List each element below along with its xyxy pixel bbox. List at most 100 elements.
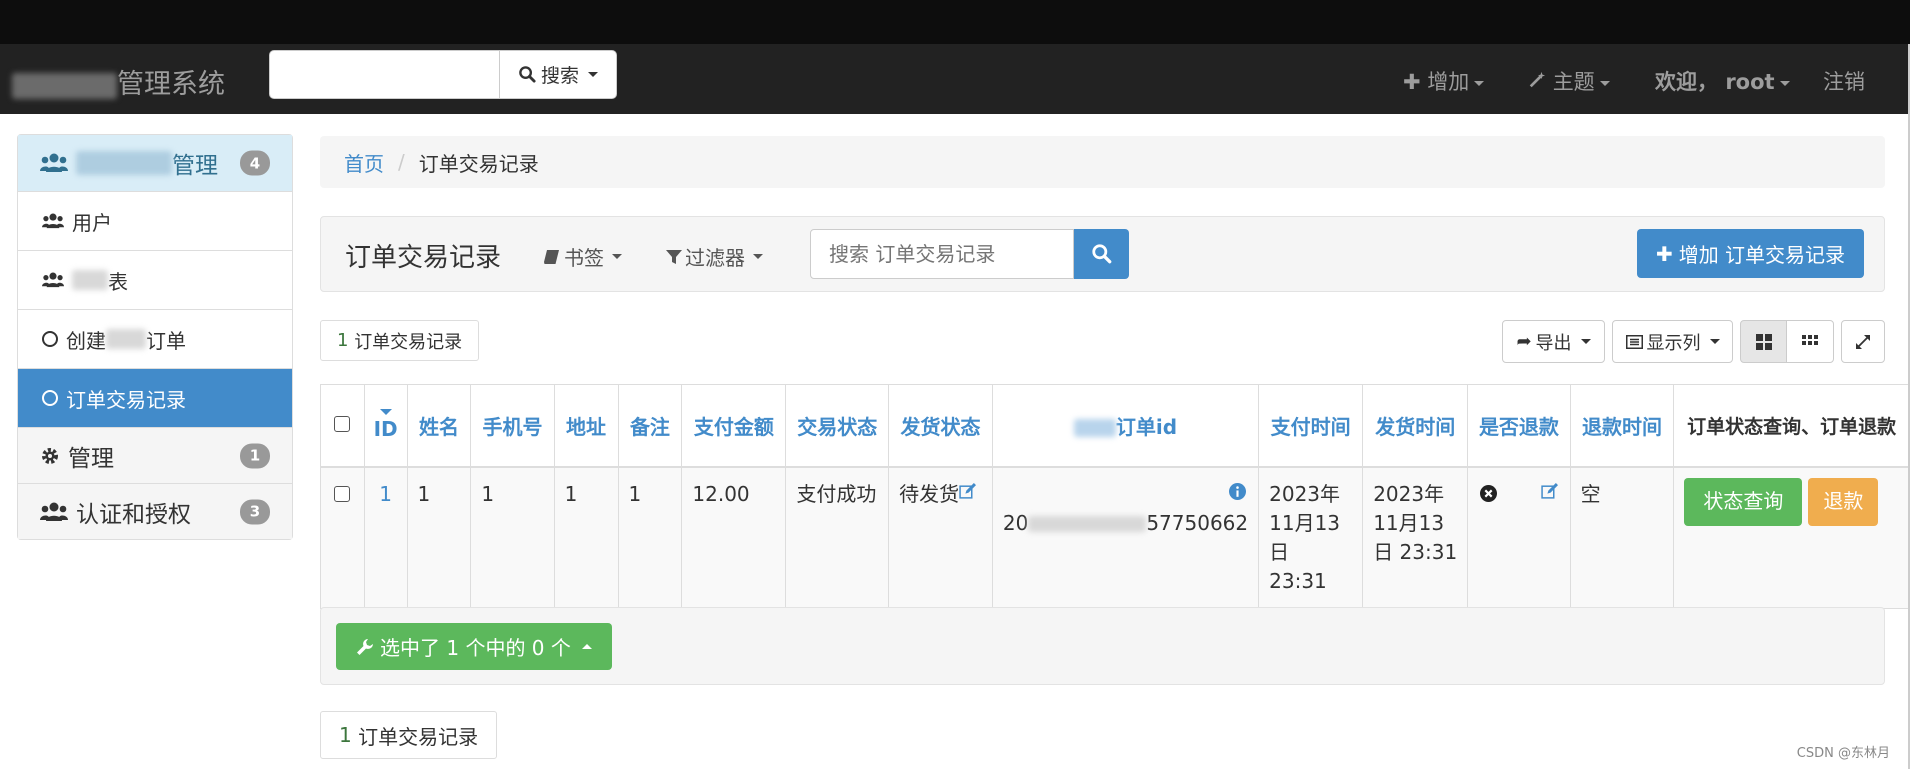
sidebar-item-order-transactions[interactable]: 订单交易记录 — [18, 368, 292, 427]
breadcrumb-separator: / — [398, 150, 405, 174]
columns-label: 显示列 — [1646, 332, 1701, 354]
brand[interactable]: 管理系统 — [12, 62, 225, 101]
list-search-button[interactable] — [1074, 229, 1129, 279]
add-record-button[interactable]: ✚ 增加 订单交易记录 — [1637, 229, 1864, 278]
sidebar-item-create-order[interactable]: 创建 订单 — [18, 309, 292, 368]
sidebar-section-admin[interactable]: 管理 1 — [18, 427, 292, 483]
plus-icon: ✚ — [1403, 70, 1421, 94]
col-header-label: ID — [373, 417, 398, 442]
col-header-name[interactable]: 姓名 — [406, 384, 472, 468]
book-icon — [544, 249, 559, 264]
col-header-label: 地址 — [566, 414, 607, 439]
sidebar-section-badge: 3 — [240, 499, 270, 524]
sidebar-item-label: 订单 — [146, 328, 186, 353]
add-record-label: 增加 订单交易记录 — [1678, 243, 1846, 267]
filter-dropdown[interactable]: 过滤器 — [666, 242, 763, 271]
nav-theme-label: 主题 — [1552, 70, 1595, 94]
view-large-button[interactable] — [1740, 320, 1787, 363]
record-id-link[interactable]: 1 — [379, 482, 392, 506]
ship-time-line: 日 23:31 — [1373, 539, 1458, 564]
col-header-pay-time[interactable]: 支付时间 — [1258, 384, 1364, 468]
col-header-refund-time[interactable]: 退款时间 — [1569, 384, 1675, 468]
export-button[interactable]: ➦ 导出 — [1502, 320, 1605, 363]
sidebar-item-label: 创建 — [66, 328, 106, 353]
sidebar-item-label: 用户 — [72, 210, 112, 235]
fullscreen-button[interactable] — [1841, 320, 1885, 363]
row-checkbox[interactable] — [334, 485, 351, 502]
record-count-text: 订单交易记录 — [354, 331, 463, 353]
redacted-text — [1073, 419, 1116, 438]
caret-down-icon — [588, 72, 598, 77]
query-status-button[interactable]: 状态查询 — [1684, 477, 1803, 526]
sidebar-item-table[interactable]: 表 — [18, 250, 292, 309]
cell-ship-time: 2023年 11月13 日 23:31 — [1362, 466, 1469, 609]
th-icon — [1802, 334, 1818, 345]
filter-label: 过滤器 — [685, 246, 745, 270]
edit-icon[interactable] — [1540, 482, 1558, 500]
search-icon — [519, 66, 536, 83]
bookmarks-dropdown[interactable]: 书签 — [543, 242, 622, 271]
ship-time-line: 2023年 — [1373, 481, 1445, 506]
batch-actions-button[interactable]: 选中了 1 个中的 0 个 — [336, 623, 612, 670]
info-icon[interactable] — [1229, 482, 1247, 500]
filter-icon — [666, 249, 682, 264]
magic-wand-icon — [1529, 71, 1546, 88]
nav-add-menu[interactable]: ✚ 增加 — [1403, 66, 1485, 96]
th-large-icon — [1755, 333, 1772, 350]
table-row: 1 1 1 1 1 12.00 支付成功 待发货 20 57750662 2023… — [320, 466, 1910, 609]
col-header-trade-status[interactable]: 交易状态 — [785, 384, 890, 468]
refund-button[interactable]: 退款 — [1808, 477, 1879, 526]
list-search-input[interactable] — [810, 229, 1074, 279]
cell-ship-status: 待发货 — [888, 466, 993, 609]
footer-record-count: 1 订单交易记录 — [320, 711, 498, 759]
sidebar-section-head[interactable]: 管理 4 — [18, 135, 292, 191]
circle-icon — [42, 390, 58, 406]
col-header-address[interactable]: 地址 — [553, 384, 619, 468]
col-header-ship-time[interactable]: 发货时间 — [1362, 384, 1469, 468]
col-header-phone[interactable]: 手机号 — [470, 384, 555, 468]
col-header-ship-status[interactable]: 发货状态 — [888, 384, 993, 468]
sidebar-section-label: 管理 — [68, 445, 114, 472]
users-icon — [42, 272, 64, 288]
cell-address: 1 — [553, 466, 619, 609]
circle-icon — [42, 331, 58, 347]
ship-time-line: 11月13 — [1373, 510, 1445, 535]
redacted-text — [1028, 516, 1147, 532]
col-header-label: 发货时间 — [1375, 414, 1456, 439]
users-icon — [40, 502, 68, 522]
col-header-order-id[interactable]: 订单id — [991, 384, 1260, 468]
caret-down-icon — [1474, 80, 1485, 86]
edit-icon[interactable] — [959, 482, 977, 500]
record-count: 1 订单交易记录 — [320, 320, 480, 361]
sort-desc-icon — [379, 409, 392, 416]
logout-link[interactable]: 注销 — [1823, 66, 1865, 96]
select-all-checkbox[interactable] — [334, 416, 351, 433]
welcome-label: 欢迎， — [1655, 70, 1718, 94]
caret-down-icon — [1599, 80, 1610, 86]
navbar-search-button[interactable]: 搜索 — [499, 50, 617, 99]
pay-time-line: 日 23:31 — [1269, 539, 1327, 593]
col-header-id[interactable]: ID — [363, 384, 408, 468]
sidebar-section-auth[interactable]: 认证和授权 3 — [18, 483, 292, 539]
cell-note: 1 — [617, 466, 683, 609]
col-header-label: 是否退款 — [1478, 414, 1559, 439]
row-select-cell — [320, 466, 365, 609]
navbar-search-input[interactable] — [269, 50, 500, 99]
nav-theme-menu[interactable]: 主题 — [1528, 66, 1610, 96]
sidebar-section-label: 认证和授权 — [76, 501, 191, 528]
caret-down-icon — [753, 254, 763, 259]
sidebar-item-users[interactable]: 用户 — [18, 191, 292, 250]
users-icon — [40, 153, 68, 173]
cell-name: 1 — [406, 466, 472, 609]
cell-order-id: 20 57750662 — [991, 466, 1260, 609]
nav-user-menu[interactable]: 欢迎， root — [1655, 66, 1790, 96]
view-compact-button[interactable] — [1786, 320, 1834, 363]
search-icon — [1091, 244, 1111, 264]
breadcrumb-home-link[interactable]: 首页 — [344, 148, 384, 177]
columns-button[interactable]: 显示列 — [1612, 320, 1733, 363]
selected-label: 选中了 1 个中的 0 个 — [380, 636, 571, 660]
col-header-amount[interactable]: 支付金额 — [681, 384, 787, 468]
col-header-note[interactable]: 备注 — [617, 384, 683, 468]
col-header-refunded[interactable]: 是否退款 — [1467, 384, 1571, 468]
pay-time-line: 11月13 — [1269, 510, 1341, 535]
